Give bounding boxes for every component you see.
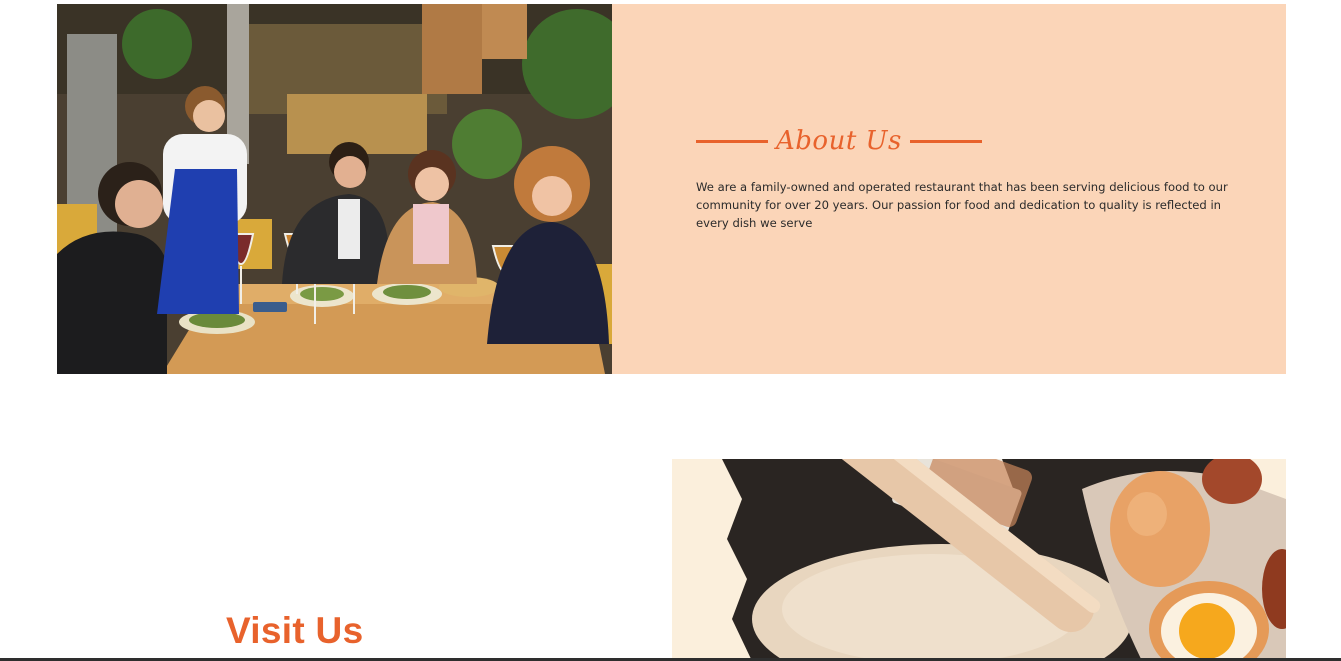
baking-ingredients-photo	[672, 459, 1286, 661]
heading-divider-left	[696, 139, 768, 143]
visit-title: Visit Us	[226, 610, 364, 651]
heading-divider-right	[909, 139, 982, 143]
about-section: About Us We are a family-owned and opera…	[57, 4, 1286, 374]
about-panel: About Us We are a family-owned and opera…	[612, 4, 1286, 374]
about-description: We are a family-owned and operated resta…	[696, 180, 1228, 230]
restaurant-photo-illustration	[57, 4, 612, 374]
restaurant-dining-photo	[57, 4, 612, 374]
about-heading: About Us	[696, 126, 982, 156]
about-title: About Us	[776, 126, 902, 156]
baking-photo-illustration	[672, 459, 1286, 661]
